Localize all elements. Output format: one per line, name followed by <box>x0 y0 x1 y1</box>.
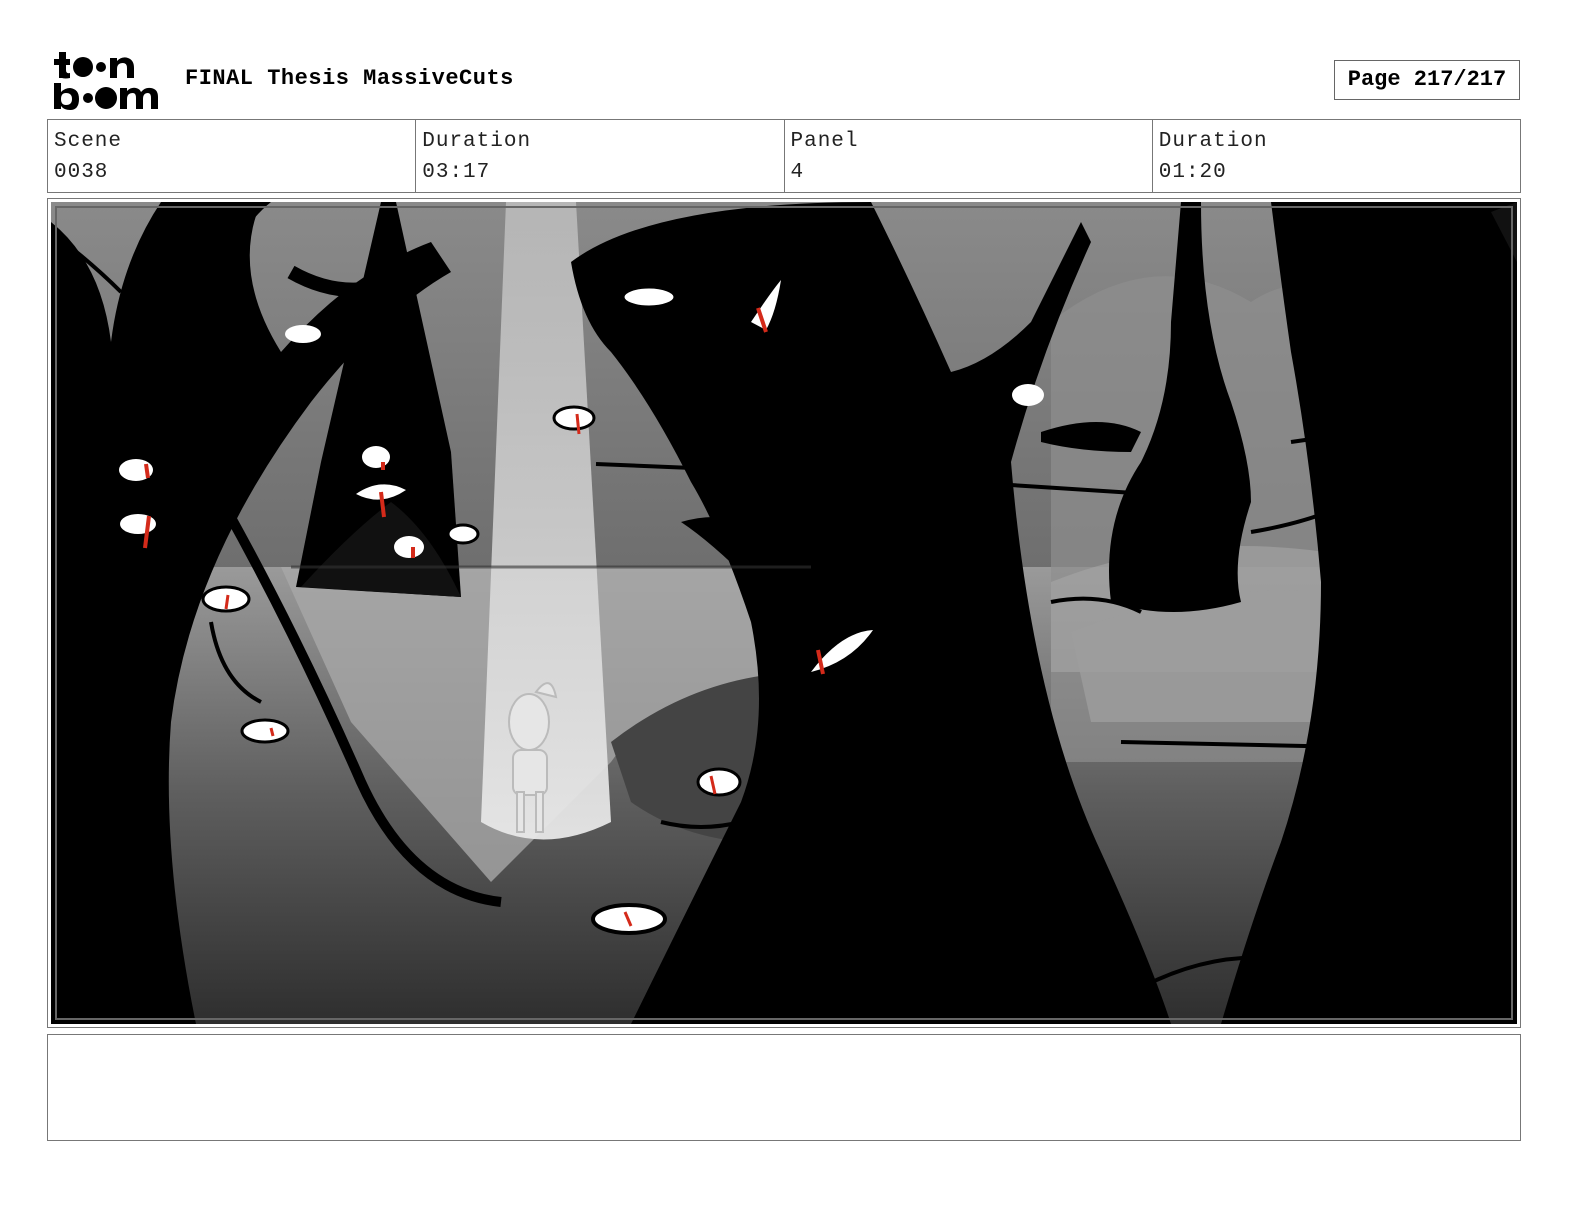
page-number: Page 217/217 <box>1334 60 1520 100</box>
scene-label: Scene <box>54 130 123 153</box>
storyboard-panel-image <box>51 202 1517 1024</box>
scene-value: 0038 <box>54 161 109 184</box>
panel-label: Panel <box>790 130 859 153</box>
panel-duration-value: 01:20 <box>1158 161 1227 184</box>
panel-cell: Panel 4 <box>785 120 1153 192</box>
scene-duration-label: Duration <box>422 130 532 153</box>
document-title: FINAL Thesis MassiveCuts <box>185 66 514 91</box>
panel-duration-label: Duration <box>1158 130 1268 153</box>
panel-notes-box <box>47 1034 1521 1141</box>
scene-info-row: Scene 0038 Duration 03:17 Panel 4 Durati… <box>47 119 1521 193</box>
panel-duration-cell: Duration 01:20 <box>1153 120 1520 192</box>
scene-cell: Scene 0038 <box>48 120 417 192</box>
toonboom-logo <box>54 52 158 110</box>
panel-value: 4 <box>790 161 805 184</box>
scene-duration-cell: Duration 03:17 <box>416 120 785 192</box>
scene-duration-value: 03:17 <box>422 161 491 184</box>
